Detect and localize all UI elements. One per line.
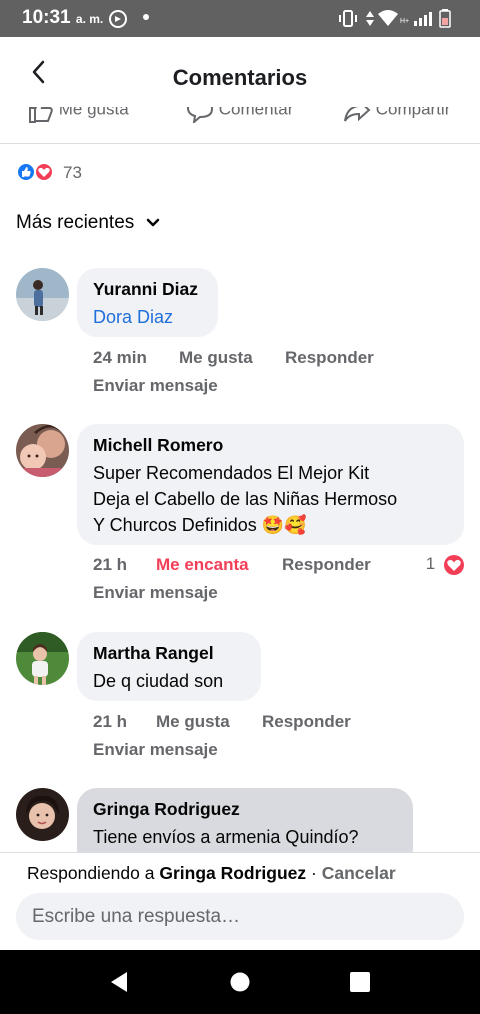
comment-author[interactable]: Gringa Rodriguez [93,798,397,820]
comment-text-line: Deja el Cabello de las Niñas Hermoso [93,489,398,509]
post-comment-action[interactable]: Comentar [186,107,294,125]
reply-button[interactable]: Responder [282,555,371,575]
send-message-button[interactable]: Enviar mensaje [93,583,218,603]
comment-time: 21 h [93,712,128,731]
refresh-circle-icon [109,10,127,28]
comment-text-line: Y Churcos Definidos 🤩🥰 [93,515,307,535]
status-bar: 10:31 a. m. H+ [0,0,480,37]
comment-reaction-count[interactable]: 1 [426,554,464,575]
post-share-label: Compartir [375,107,451,119]
recents-square-icon[interactable] [348,970,372,994]
like-icon [16,162,36,182]
post-action-strip: Me gusta Comentar Compartir [0,107,480,144]
comment-author[interactable]: Martha Rangel [93,642,245,664]
battery-icon [439,9,451,28]
comment-time: 24 min [93,348,147,367]
comment-item: Gringa Rodriguez Tiene envíos a armenia … [0,788,480,852]
avatar[interactable] [16,632,69,685]
love-icon [34,162,54,182]
thumb-up-icon [29,107,53,123]
status-left-icons [108,8,158,35]
status-time: 10:31 a. m. [22,7,103,29]
comment-text: De q ciudad son [93,671,224,691]
avatar[interactable] [16,788,69,841]
replying-prefix: Respondiendo a [27,863,155,883]
love-reaction-button[interactable]: Me encanta [156,555,249,575]
comment-bubble-icon [186,107,214,125]
comment-bubble[interactable]: Gringa Rodriguez Tiene envíos a armenia … [77,788,413,852]
comment-author[interactable]: Yuranni Diaz [93,278,202,300]
comment-bubble[interactable]: Michell Romero Super Recomendados El Mej… [77,424,464,545]
page-title: Comentarios [172,65,308,90]
sort-dropdown[interactable]: Más recientes [16,212,160,234]
wifi-icon [378,10,398,26]
post-like-action[interactable]: Me gusta [26,107,129,123]
signal-icon: H+ [400,12,432,26]
status-time-ampm: a. m. [75,12,104,26]
dot-icon [143,14,149,20]
comment-text: Tiene envíos a armenia Quindío? [93,827,359,847]
svg-text:H+: H+ [400,18,409,25]
replying-separator: · [306,863,322,883]
system-nav-bar [0,950,480,1014]
post-comment-label: Comentar [218,107,294,119]
avatar[interactable] [16,268,69,321]
reply-composer: Respondiendo a Gringa Rodriguez · Cancel… [0,852,480,950]
avatar[interactable] [16,424,69,477]
cancel-reply-button[interactable]: Cancelar [322,863,396,883]
replying-target: Gringa Rodriguez [159,863,307,883]
share-arrow-icon [344,107,371,122]
reply-button[interactable]: Responder [285,348,374,368]
comment-time: 21 h [93,555,128,574]
comment-bubble[interactable]: Yuranni Diaz Dora Diaz [77,268,218,337]
reply-button[interactable]: Responder [262,712,351,732]
status-right-icons: H+ [338,8,458,35]
header: Comentarios [0,37,480,107]
comment-text-line: Super Recomendados El Mejor Kit [93,463,370,483]
vibrate-icon [339,10,357,27]
comment-bubble[interactable]: Martha Rangel De q ciudad son [77,632,261,701]
home-circle-icon[interactable] [228,970,252,994]
send-message-button[interactable]: Enviar mensaje [93,376,218,396]
comment-reaction-number: 1 [425,554,436,573]
post-like-label: Me gusta [58,107,129,119]
reaction-count: 73 [63,163,82,182]
comment-author[interactable]: Michell Romero [93,434,448,456]
reply-input[interactable] [16,893,464,940]
replying-to-banner: Respondiendo a Gringa Rodriguez · Cancel… [27,863,396,884]
chevron-down-icon [146,218,159,227]
data-arrows-icon [366,11,374,26]
like-button[interactable]: Me gusta [156,712,230,732]
status-time-value: 10:31 [22,7,71,28]
like-button[interactable]: Me gusta [179,348,253,368]
sort-label: Más recientes [16,212,135,233]
back-triangle-icon[interactable] [107,970,131,994]
post-share-action[interactable]: Compartir [343,107,450,123]
mention-link[interactable]: Dora Diaz [93,304,202,330]
send-message-button[interactable]: Enviar mensaje [93,740,218,760]
love-icon [444,554,464,575]
